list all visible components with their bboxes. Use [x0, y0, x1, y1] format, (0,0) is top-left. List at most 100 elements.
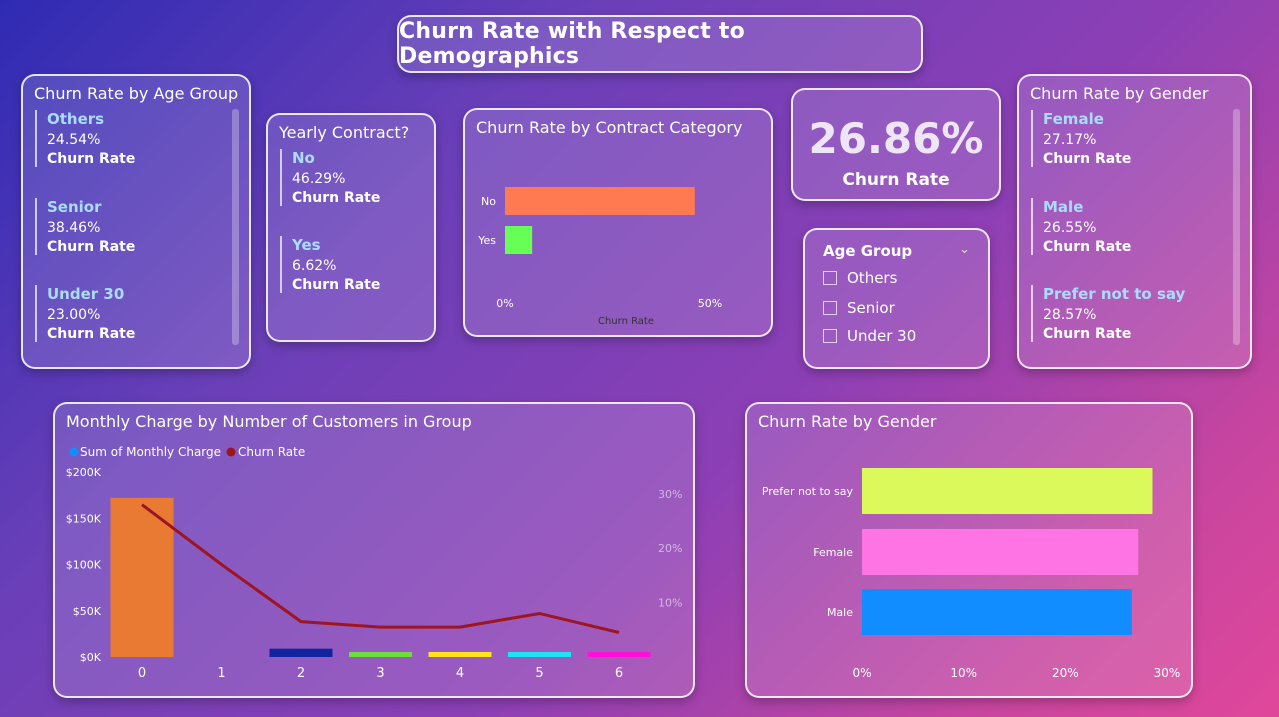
list-item[interactable]: Female 27.17% Churn Rate — [1031, 110, 1131, 167]
age-item-sub: Churn Rate — [47, 326, 136, 342]
legend-marker — [69, 447, 79, 457]
gender-item-name: Prefer not to say — [1043, 285, 1186, 303]
y-tick-label: Female — [813, 546, 853, 559]
list-item[interactable]: Prefer not to say 28.57% Churn Rate — [1031, 285, 1185, 342]
y-tick-label: $200K — [66, 466, 102, 479]
gender-item-value: 28.57% — [1043, 307, 1097, 323]
y-tick-label: No — [481, 195, 496, 208]
chevron-down-icon[interactable]: ⌄ — [959, 242, 970, 257]
checkbox[interactable] — [823, 271, 837, 285]
page-title-card: Churn Rate with Respect to Demographics — [397, 15, 923, 73]
slicer-option-label: Under 30 — [847, 327, 917, 345]
gender-item-name: Female — [1043, 110, 1104, 128]
bar — [862, 589, 1132, 635]
contract-item-name: Yes — [292, 236, 321, 254]
page-title: Churn Rate with Respect to Demographics — [399, 19, 745, 69]
y2-tick-label: 30% — [658, 488, 682, 501]
age-item-sub: Churn Rate — [47, 151, 136, 167]
bar — [508, 652, 571, 657]
slicer-option-others[interactable]: Others — [823, 269, 897, 287]
age-item-value: 38.46% — [47, 220, 101, 236]
y-tick-label: $50K — [73, 605, 102, 618]
age-group-slicer: Age Group ⌄ Others Senior Under 30 — [803, 228, 990, 369]
gender-chart: Prefer not to say Female Male 0% 10% 20% 30% — [762, 468, 1181, 680]
checkbox[interactable] — [823, 301, 837, 315]
slicer-option-under-30[interactable]: Under 30 — [823, 327, 916, 345]
contract-item-value: 6.62% — [292, 258, 337, 274]
bar — [428, 652, 492, 657]
x-tick-label: 0% — [496, 297, 513, 310]
slicer-option-label: Senior — [847, 299, 895, 317]
monthly-charge-chart-card: Monthly Charge by Number of Customers in… — [53, 402, 695, 698]
x-axis-label: Churn Rate — [598, 316, 654, 327]
x-tick-label: 0 — [138, 666, 146, 681]
bar — [269, 648, 333, 657]
x-tick-label: 50% — [698, 297, 722, 310]
contract-item-sub: Churn Rate — [292, 277, 381, 293]
slicer-title: Age Group — [823, 242, 913, 260]
bar — [862, 468, 1153, 514]
contract-chart-card: Churn Rate by Contract Category No Yes 0% 5… — [463, 108, 773, 337]
kpi-card: 26.86% Churn Rate — [791, 88, 1001, 201]
y2-tick-label: 10% — [658, 597, 682, 610]
list-item[interactable]: No 46.29% Churn Rate — [280, 149, 380, 206]
bar — [505, 187, 695, 215]
gender-card: Churn Rate by Gender Female 27.17% Churn… — [1017, 74, 1252, 369]
y-tick-label: $150K — [66, 512, 102, 525]
bar — [349, 652, 412, 657]
gender-item-name: Male — [1043, 198, 1084, 216]
x-tick-label: 4 — [456, 666, 464, 681]
gender-item-value: 27.17% — [1043, 132, 1097, 148]
contract-item-sub: Churn Rate — [292, 190, 381, 206]
scrollbar[interactable] — [232, 109, 239, 345]
x-tick-label: 3 — [376, 666, 384, 681]
gender-item-sub: Churn Rate — [1043, 239, 1132, 255]
y-tick-label: Prefer not to say — [762, 485, 854, 498]
x-tick-label: 0% — [852, 666, 871, 680]
scrollbar[interactable] — [1233, 109, 1240, 345]
x-tick-label: 1 — [217, 666, 225, 681]
x-tick-label: 30% — [1154, 666, 1181, 680]
kpi-label: Churn Rate — [842, 170, 950, 190]
gender-card-title: Churn Rate by Gender — [1030, 84, 1209, 103]
x-tick-label: 6 — [615, 666, 623, 681]
list-item[interactable]: Senior 38.46% Churn Rate — [35, 198, 135, 255]
y-tick-label: $100K — [66, 559, 102, 572]
age-item-name: Others — [47, 110, 105, 128]
y-tick-label: Male — [827, 606, 853, 619]
contract-item-name: No — [292, 149, 315, 167]
contract-card-title: Yearly Contract? — [279, 123, 410, 142]
y2-tick-label: 20% — [658, 542, 682, 555]
age-item-name: Under 30 — [47, 285, 125, 303]
legend-label: Sum of Monthly Charge — [80, 445, 221, 459]
age-group-card: Churn Rate by Age Group Others 24.54% Ch… — [21, 74, 251, 369]
gender-chart-card: Churn Rate by Gender Prefer not to say Fe… — [745, 402, 1193, 698]
slicer-option-senior[interactable]: Senior — [823, 299, 895, 317]
legend-label: Churn Rate — [238, 445, 305, 459]
contract-chart: No Yes 0% 50% Churn Rate — [477, 187, 722, 327]
kpi-value: 26.86% — [808, 114, 984, 163]
x-tick-label: 5 — [535, 666, 543, 681]
age-item-sub: Churn Rate — [47, 239, 136, 255]
gender-item-value: 26.55% — [1043, 220, 1097, 236]
y-tick-label: $0K — [80, 651, 102, 664]
list-item[interactable]: Others 24.54% Churn Rate — [35, 110, 135, 167]
y-tick-label: Yes — [477, 234, 496, 247]
x-tick-label: 10% — [950, 666, 977, 680]
list-item[interactable]: Male 26.55% Churn Rate — [1031, 198, 1131, 255]
bar — [862, 529, 1139, 575]
contract-card: Yearly Contract? No 46.29% Churn Rate Ye… — [266, 113, 436, 342]
churn-rate-line — [141, 503, 620, 634]
list-item[interactable]: Yes 6.62% Churn Rate — [280, 236, 380, 293]
age-card-title: Churn Rate by Age Group — [34, 84, 239, 103]
slicer-option-label: Others — [847, 269, 898, 287]
gender-item-sub: Churn Rate — [1043, 151, 1132, 167]
x-tick-label: 2 — [297, 666, 305, 681]
checkbox[interactable] — [823, 329, 837, 343]
bar — [505, 226, 533, 254]
list-item[interactable]: Under 30 23.00% Churn Rate — [35, 285, 135, 342]
x-tick-label: 20% — [1052, 666, 1079, 680]
legend-marker — [226, 447, 236, 457]
age-item-value: 23.00% — [47, 307, 101, 323]
age-item-value: 24.54% — [47, 132, 101, 148]
